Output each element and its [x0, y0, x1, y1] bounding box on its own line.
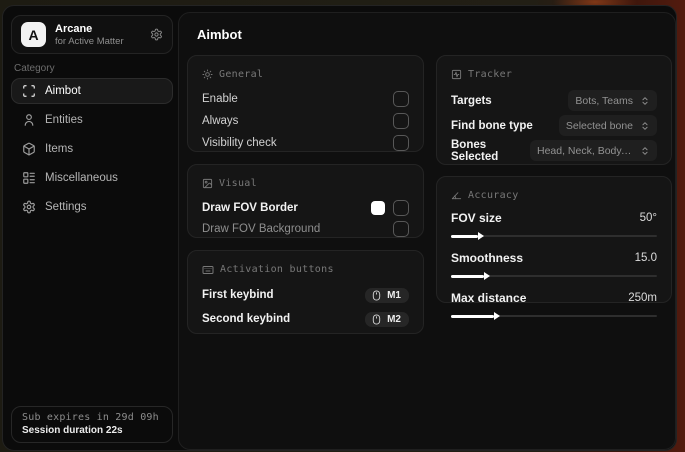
- smoothness-value: 15.0: [634, 252, 657, 264]
- draw-fov-border-checkbox[interactable]: [393, 199, 409, 216]
- angle-icon: [451, 190, 462, 201]
- find-bone-type-label: Find bone type: [451, 119, 533, 132]
- category-label: Category: [14, 63, 55, 74]
- keybind-value: M2: [387, 313, 401, 325]
- max-distance-value: 250m: [628, 292, 657, 304]
- image-icon: [202, 178, 213, 189]
- brand-card: A Arcane for Active Matter: [11, 15, 173, 54]
- layout-list-icon: [22, 171, 36, 185]
- card-title: Accuracy: [468, 190, 519, 201]
- always-label: Always: [202, 115, 239, 127]
- bones-selected-dropdown[interactable]: Head, Neck, Body, Pe..: [530, 140, 657, 161]
- sidebar-nav: Aimbot Entities Items Miscellaneous Sett…: [11, 78, 173, 220]
- visibility-check-checkbox[interactable]: [393, 135, 409, 151]
- right-column: Tracker Targets Bots, Teams Find bone ty…: [436, 55, 672, 320]
- accuracy-card: Accuracy FOV size 50° Smoothness 15.0 Ma…: [436, 176, 672, 320]
- smoothness-slider[interactable]: [451, 272, 657, 280]
- sidebar-item-entities[interactable]: Entities: [11, 107, 173, 133]
- fov-size-slider[interactable]: [451, 232, 657, 240]
- targets-label: Targets: [451, 94, 492, 107]
- slider-fill: [451, 272, 490, 280]
- sidebar-item-aimbot[interactable]: Aimbot: [11, 78, 173, 104]
- sidebar-item-settings[interactable]: Settings: [11, 194, 173, 220]
- brand-text: Arcane for Active Matter: [55, 23, 150, 47]
- targets-dropdown[interactable]: Bots, Teams: [568, 90, 657, 111]
- main-panel: Aimbot General Enable Always Visibility …: [178, 12, 676, 450]
- sidebar: A Arcane for Active Matter Category Aimb…: [3, 6, 179, 450]
- smoothness-group: Smoothness 15.0: [451, 249, 657, 280]
- sidebar-item-label: Settings: [45, 201, 87, 213]
- enable-label: Enable: [202, 93, 238, 105]
- app-subtitle: for Active Matter: [55, 35, 124, 47]
- sidebar-item-label: Miscellaneous: [45, 172, 118, 184]
- settings-gear-icon[interactable]: [150, 28, 163, 41]
- activation-buttons-card: Activation buttons First keybind M1 Seco…: [187, 250, 424, 334]
- max-distance-group: Max distance 250m: [451, 289, 657, 320]
- bones-selected-value: Head, Neck, Body, Pe..: [537, 144, 633, 157]
- keybind-value: M1: [387, 289, 401, 301]
- draw-fov-background-label: Draw FOV Background: [202, 222, 321, 235]
- slider-fill: [451, 312, 501, 320]
- max-distance-slider[interactable]: [451, 312, 657, 320]
- fov-size-label: FOV size: [451, 211, 502, 225]
- chevrons-up-down-icon: [640, 146, 650, 156]
- sidebar-item-label: Items: [45, 143, 74, 155]
- first-keybind-button[interactable]: M1: [365, 287, 409, 303]
- second-keybind-label: Second keybind: [202, 313, 291, 325]
- app-window: A Arcane for Active Matter Category Aimb…: [2, 5, 677, 451]
- first-keybind-label: First keybind: [202, 289, 274, 301]
- enable-checkbox[interactable]: [393, 91, 409, 107]
- page-title: Aimbot: [197, 27, 242, 42]
- max-distance-label: Max distance: [451, 291, 527, 305]
- fov-size-group: FOV size 50°: [451, 209, 657, 240]
- mouse-icon: [371, 313, 382, 325]
- draw-fov-background-checkbox[interactable]: [393, 220, 409, 237]
- cube-icon: [22, 142, 36, 156]
- chevrons-up-down-icon: [640, 121, 650, 131]
- card-title: Visual: [219, 178, 257, 189]
- draw-fov-border-label: Draw FOV Border: [202, 201, 298, 214]
- bones-selected-label: Bones Selected: [451, 138, 499, 163]
- smoothness-label: Smoothness: [451, 251, 524, 265]
- keyboard-icon: [202, 264, 214, 276]
- targets-value: Bots, Teams: [575, 94, 633, 107]
- app-logo: A: [21, 22, 46, 47]
- fov-size-value: 50°: [639, 212, 657, 224]
- sun-icon: [202, 69, 213, 80]
- subscription-box: Sub expires in 29d 09h Session duration …: [11, 406, 173, 443]
- general-card: General Enable Always Visibility check: [187, 55, 424, 152]
- sidebar-item-miscellaneous[interactable]: Miscellaneous: [11, 165, 173, 191]
- sidebar-item-label: Entities: [45, 114, 83, 126]
- scan-icon: [22, 84, 36, 98]
- tracker-card: Tracker Targets Bots, Teams Find bone ty…: [436, 55, 672, 165]
- card-title: Tracker: [468, 69, 513, 80]
- find-bone-type-dropdown[interactable]: Selected bone: [558, 115, 657, 136]
- gear-icon: [22, 200, 36, 214]
- always-checkbox[interactable]: [393, 113, 409, 129]
- fov-border-color-swatch[interactable]: [371, 200, 385, 215]
- card-title: Activation buttons: [220, 264, 334, 275]
- visual-card: Visual Draw FOV Border Draw FOV Backgrou…: [187, 164, 424, 238]
- person-icon: [22, 113, 36, 127]
- slider-fill: [451, 232, 484, 240]
- left-column: General Enable Always Visibility check V…: [187, 55, 424, 334]
- sub-expires-text: Sub expires in 29d 09h: [22, 412, 159, 423]
- app-name: Arcane: [55, 22, 93, 35]
- sidebar-item-label: Aimbot: [45, 85, 81, 97]
- second-keybind-button[interactable]: M2: [365, 311, 409, 327]
- visibility-check-label: Visibility check: [202, 137, 277, 149]
- session-duration-text: Session duration 22s: [22, 425, 123, 436]
- sidebar-item-items[interactable]: Items: [11, 136, 173, 162]
- chevrons-up-down-icon: [640, 96, 650, 106]
- activity-icon: [451, 69, 462, 80]
- find-bone-type-value: Selected bone: [565, 119, 633, 132]
- card-title: General: [219, 69, 264, 80]
- mouse-icon: [371, 289, 382, 301]
